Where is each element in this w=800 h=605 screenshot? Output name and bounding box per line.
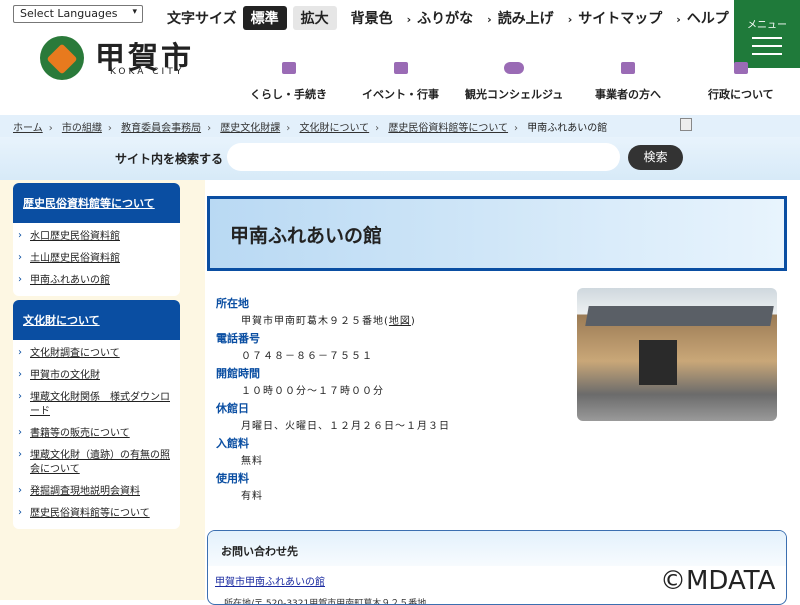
info-value: 甲賀市甲南町葛木９２５番地(地図) xyxy=(216,312,566,330)
info-label: 使用料 xyxy=(216,472,249,485)
sitemap-link[interactable]: サイトマップ xyxy=(568,8,662,28)
info-value: ０７４８－８６－７５５１ xyxy=(241,351,373,362)
building-icon xyxy=(621,62,635,74)
breadcrumb-link[interactable]: 文化財について xyxy=(299,123,369,134)
hamburger-icon xyxy=(752,53,782,55)
nav-label: 行政について xyxy=(708,88,774,101)
language-select[interactable]: Select Languages ▾ xyxy=(13,5,143,23)
info-label: 休館日 xyxy=(216,402,249,415)
sidebar-item[interactable]: 文化財調査について xyxy=(13,343,180,365)
document-icon xyxy=(733,62,748,74)
language-select-value: Select Languages xyxy=(20,7,118,20)
watermark: ©MDATA xyxy=(660,566,776,596)
menu-label: メニュー xyxy=(747,20,787,31)
photo-roof xyxy=(585,306,774,326)
nav-label: 事業者の方へ xyxy=(595,88,661,101)
font-size-label: 文字サイズ xyxy=(167,11,237,27)
font-size-standard-button[interactable]: 標準 xyxy=(242,6,287,30)
sidebar-heading-link[interactable]: 歴史民俗資料館等について xyxy=(13,183,180,223)
breadcrumb-link[interactable]: 歴史民俗資料館等について xyxy=(388,123,508,134)
font-size-large-button[interactable]: 拡大 xyxy=(292,6,337,30)
photo-entrance xyxy=(639,340,677,385)
info-value: １０時００分～１７時００分 xyxy=(241,386,384,397)
furigana-link[interactable]: ふりがな xyxy=(407,8,473,28)
nav-label: くらし・手続き xyxy=(250,88,327,101)
city-emblem-icon xyxy=(40,36,84,80)
hamburger-icon xyxy=(752,37,782,39)
nav-events[interactable]: イベント・行事 xyxy=(362,62,439,102)
sidebar-item[interactable]: 埋蔵文化財関係 様式ダウンロード xyxy=(13,387,180,423)
facility-photo xyxy=(577,288,777,421)
sidebar-item[interactable]: 埋蔵文化財（遺跡）の有無の照会について xyxy=(13,445,180,481)
search-input[interactable] xyxy=(227,143,620,171)
facility-info: 所在地 甲賀市甲南町葛木９２５番地(地図) 電話番号 ０７４８－８６－７５５１ … xyxy=(216,295,566,505)
nav-business[interactable]: 事業者の方へ xyxy=(595,62,661,102)
house-icon xyxy=(281,62,296,74)
utility-nav: 文字サイズ 標準 拡大 背景色 ふりがな 読み上げ サイトマップ ヘルプ xyxy=(167,6,743,30)
print-icon[interactable] xyxy=(680,118,692,131)
sidebar-cultural-properties: 文化財について 文化財調査について 甲賀市の文化財 埋蔵文化財関係 様式ダウンロ… xyxy=(13,300,180,529)
sidebar-museums: 歴史民俗資料館等について 水口歴史民俗資料館 土山歴史民俗資料館 甲南ふれあいの… xyxy=(13,183,180,296)
breadcrumb-link[interactable]: 市の組織 xyxy=(62,123,102,134)
sidebar-item[interactable]: 水口歴史民俗資料館 xyxy=(13,226,180,248)
help-link[interactable]: ヘルプ xyxy=(676,8,729,28)
binoculars-icon xyxy=(504,62,525,74)
info-label: 入館料 xyxy=(216,437,249,450)
sidebar-item[interactable]: 歴史民俗資料館等について xyxy=(13,503,180,525)
page-title: 甲南ふれあいの館 xyxy=(207,196,787,271)
sidebar-item[interactable]: 発掘調査現地説明会資料 xyxy=(13,481,180,503)
nav-administration[interactable]: 行政について xyxy=(708,62,774,102)
info-value: 有料 xyxy=(241,491,263,502)
address-text: 甲賀市甲南町葛木９２５番地( xyxy=(241,316,389,327)
hamburger-icon xyxy=(752,45,782,47)
read-aloud-link[interactable]: 読み上げ xyxy=(487,8,554,28)
nav-living[interactable]: くらし・手続き xyxy=(250,62,327,102)
background-color-button[interactable]: 背景色 xyxy=(351,8,393,28)
search-button[interactable]: 検索 xyxy=(628,145,683,170)
map-link[interactable]: 地図 xyxy=(389,316,411,327)
info-value: 月曜日、火曜日、１２月２６日～１月３日 xyxy=(241,421,450,432)
search-label: サイト内を検索する xyxy=(115,152,224,166)
info-label: 電話番号 xyxy=(216,332,260,345)
info-label: 開館時間 xyxy=(216,367,260,380)
logo-name-en: KOKA CITY xyxy=(110,67,185,77)
info-label: 所在地 xyxy=(216,297,249,310)
menu-button[interactable]: メニュー xyxy=(734,0,800,68)
chevron-down-icon: ▾ xyxy=(132,7,137,17)
breadcrumb-link[interactable]: ホーム xyxy=(13,123,43,134)
nav-tourism[interactable]: 観光コンシェルジュ xyxy=(465,62,563,102)
calendar-icon xyxy=(393,62,408,74)
address-suffix: ) xyxy=(410,316,416,327)
breadcrumb-link[interactable]: 歴史文化財課 xyxy=(220,123,280,134)
breadcrumb-current: 甲南ふれあいの館 xyxy=(527,123,608,134)
sidebar-item[interactable]: 甲南ふれあいの館 xyxy=(13,270,180,292)
sidebar-item[interactable]: 甲賀市の文化財 xyxy=(13,365,180,387)
breadcrumb-link[interactable]: 教育委員会事務局 xyxy=(121,123,201,134)
contact-heading: お問い合わせ先 xyxy=(208,531,786,566)
sidebar-heading-link[interactable]: 文化財について xyxy=(13,300,180,340)
sidebar-item[interactable]: 書籍等の販売について xyxy=(13,423,180,445)
nav-label: イベント・行事 xyxy=(362,88,439,101)
sidebar-item[interactable]: 土山歴史民俗資料館 xyxy=(13,248,180,270)
info-value: 無料 xyxy=(241,456,263,467)
nav-label: 観光コンシェルジュ xyxy=(465,88,564,101)
